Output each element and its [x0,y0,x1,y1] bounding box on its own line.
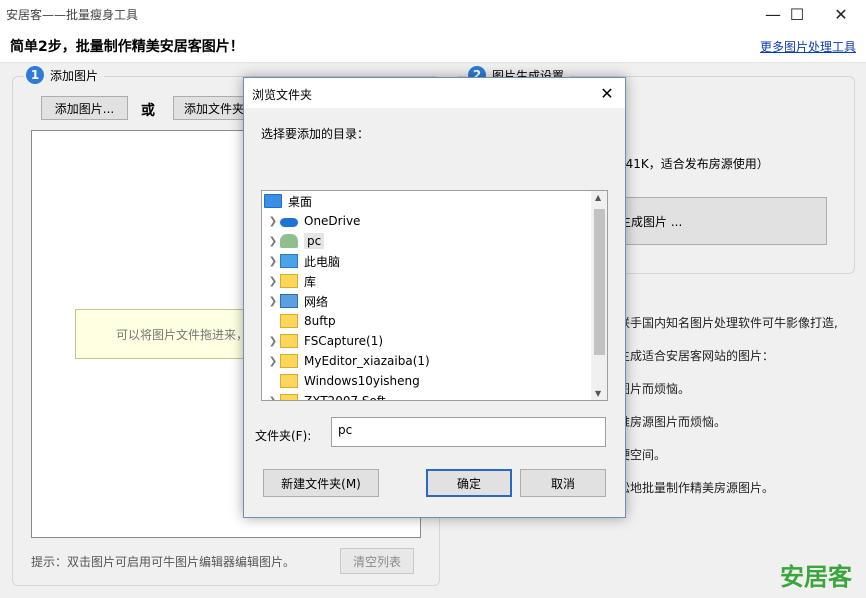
maximize-button[interactable]: ☐ [774,0,820,28]
desc-line: 图片而烦恼。 [618,382,691,396]
tree-item[interactable]: ❯ 网络 [262,291,328,311]
expand-chevron-icon[interactable]: ❯ [266,276,280,287]
tree-item[interactable]: 桌面 [262,191,312,211]
expand-chevron-icon[interactable]: ❯ [266,256,280,267]
tree-item-label: 此电脑 [304,254,341,269]
tree-item-label: MyEditor_xiazaiba(1) [304,354,430,368]
size-note: 141K，适合发布房源使用） [618,157,769,171]
tip-text: 提示：双击图片可启用可牛图片编辑器编辑图片。 [31,555,296,569]
browse-folder-dialog: 浏览文件夹 ✕ 选择要添加的目录： 桌面 ❯ OneDrive ❯ pc ❯ 此电脑 ❯ 库 ❯ 网… [243,77,626,518]
tree-item-label: 库 [304,274,317,289]
expand-chevron-icon[interactable]: ❯ [266,336,280,347]
tree-item-label: ZXT2007 Soft [304,394,386,401]
folder-icon [280,354,298,368]
expand-chevron-icon[interactable]: ❯ [266,396,280,401]
tree-item[interactable]: ❯ 库 [262,271,316,291]
expand-chevron-icon[interactable]: ❯ [266,296,280,307]
tree-item[interactable]: ❯ ZXT2007 Soft [262,391,386,401]
window-title: 安居客——批量瘦身工具 [6,8,139,22]
step1-title: 添加图片 [50,68,99,83]
new-folder-button[interactable]: 新建文件夹(M) [263,469,379,497]
tree-item[interactable]: ❯ pc [262,231,325,251]
step1-badge: 1 [26,66,44,84]
tree-item-label: 桌面 [288,194,313,209]
desktop-icon [264,194,282,208]
desc-line: 生成适合安居客网站的图片： [618,349,775,363]
user-icon [280,234,298,248]
tree-scrollbar[interactable]: ▲ ▼ [591,191,607,400]
dialog-title-bar: 浏览文件夹 ✕ [244,78,625,108]
header: 简单2步，批量制作精美安居客图片！ 更多图片处理工具 [0,28,866,63]
maximize-icon: ☐ [789,4,805,24]
clear-list-button[interactable]: 清空列表 [340,548,414,574]
tree-item[interactable]: ❯ MyEditor_xiazaiba(1) [262,351,430,371]
close-icon: ✕ [834,4,848,24]
generate-button[interactable]: 生成图片 ... [598,197,827,245]
close-button[interactable]: ✕ [818,0,864,28]
scroll-down-icon[interactable]: ▼ [595,389,601,398]
tree-item-label: 8uftp [304,314,336,328]
tree-item-label: 网络 [304,294,329,309]
folder-icon [280,394,298,400]
folder-icon [280,334,298,348]
tree-item-label: pc [304,233,325,249]
desc-line: 推房源图片而烦恼。 [618,415,727,429]
tree-item[interactable]: ❯ OneDrive [262,211,361,231]
folder-icon [280,314,298,328]
or-label: 或 [141,103,155,119]
tree-item[interactable]: Windows10yisheng [262,371,420,391]
network-icon [280,294,298,308]
add-image-button[interactable]: 添加图片... [41,96,128,120]
desc-line: 松地批量制作精美房源图片。 [618,481,775,495]
tree-item-label: FSCapture(1) [304,334,384,348]
ok-button[interactable]: 确定 [426,469,512,497]
title-bar: 安居客——批量瘦身工具 — ☐ ✕ [0,0,866,28]
tree-item[interactable]: ❯ 此电脑 [262,251,340,271]
dialog-prompt: 选择要添加的目录： [261,127,370,141]
folder-icon [280,374,298,388]
computer-icon [280,254,298,268]
dialog-close-button[interactable]: ✕ [593,80,621,106]
desc-line: 硬空间。 [618,448,667,462]
folder-input[interactable]: pc [331,417,606,447]
more-tools-link[interactable]: 更多图片处理工具 [760,38,856,55]
expand-chevron-icon[interactable]: ❯ [266,356,280,367]
folder-label: 文件夹(F): [255,429,312,443]
scroll-thumb[interactable] [594,209,605,355]
folder-tree[interactable]: 桌面 ❯ OneDrive ❯ pc ❯ 此电脑 ❯ 库 ❯ 网络 8uftp ❯ FSCapture(1… [261,190,608,401]
scroll-up-icon[interactable]: ▲ [595,193,601,202]
close-icon: ✕ [600,83,614,103]
page-heading: 简单2步，批量制作精美安居客图片！ [10,39,244,55]
description: 联手国内知名图片处理软件可牛影像打造, 生成适合安居客网站的图片： 图片而烦恼。… [618,314,858,512]
expand-chevron-icon[interactable]: ❯ [266,216,280,227]
tree-item-label: OneDrive [304,214,361,228]
anjuke-watermark: 安居客 [780,563,852,591]
add-folder-button[interactable]: 添加文件夹 [173,96,253,120]
expand-chevron-icon[interactable]: ❯ [266,236,280,247]
step1-header: 1 添加图片 [24,66,105,84]
desc-line: 联手国内知名图片处理软件可牛影像打造, [618,316,838,330]
cloud-icon [280,218,298,227]
tree-item[interactable]: ❯ FSCapture(1) [262,331,383,351]
library-icon [280,274,298,288]
cancel-button[interactable]: 取消 [520,469,606,497]
dialog-title: 浏览文件夹 [252,88,313,102]
tree-item-label: Windows10yisheng [304,374,420,388]
tree-item[interactable]: 8uftp [262,311,336,331]
